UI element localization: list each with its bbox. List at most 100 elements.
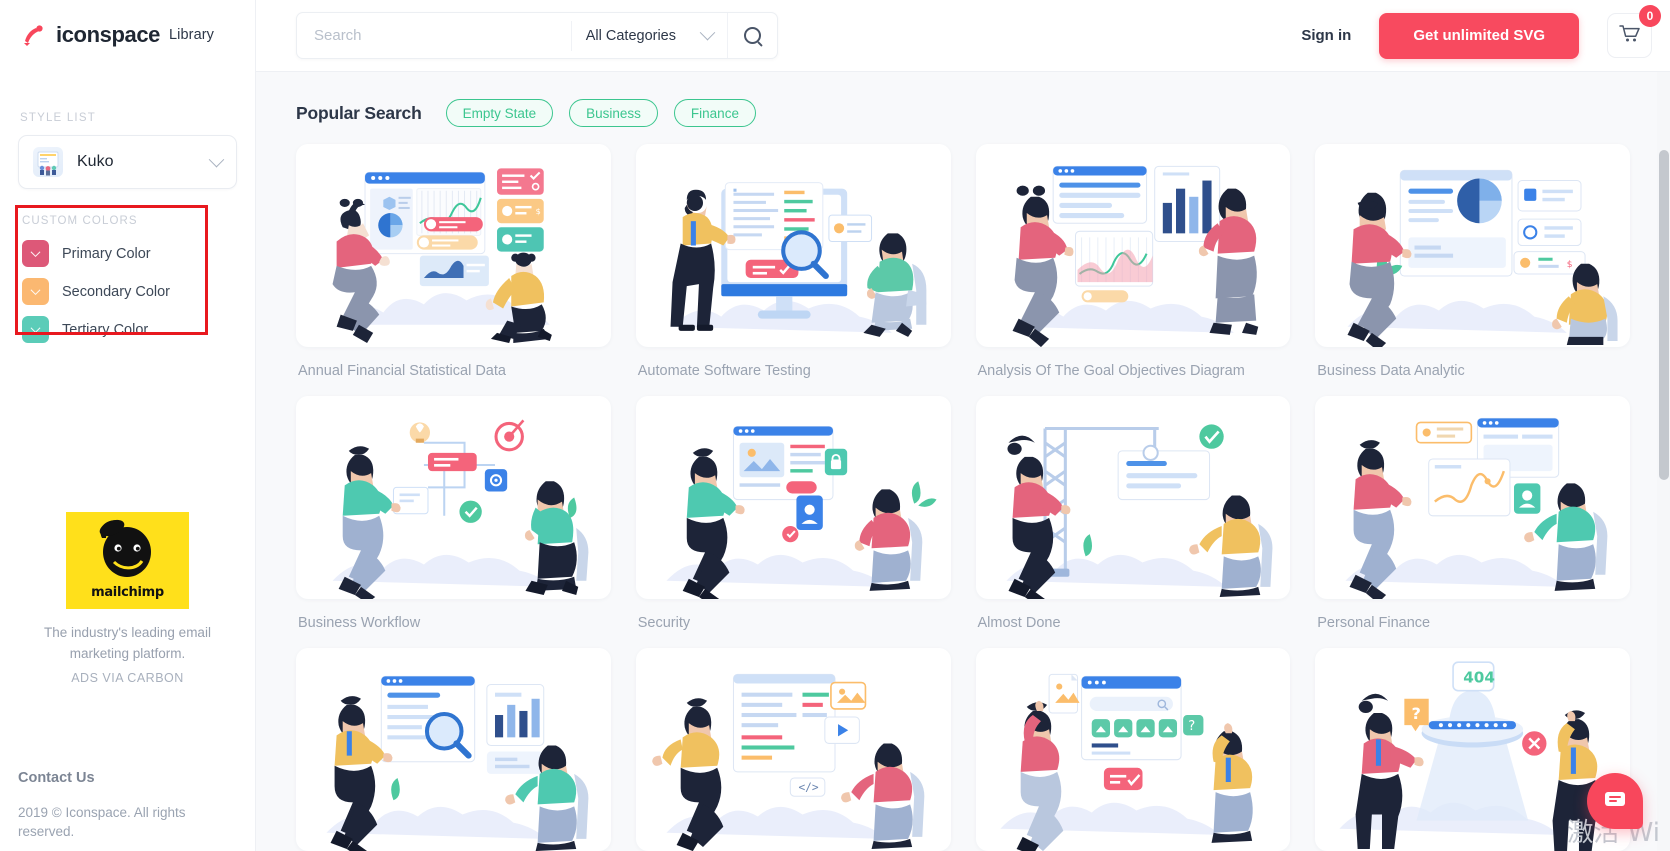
icon-card-title: Security <box>637 615 691 631</box>
chevron-down-icon <box>208 151 225 167</box>
chevron-down-icon <box>30 323 41 334</box>
svg-text:?: ? <box>1188 719 1195 734</box>
media-content-play-two-people-illustration: </> <box>651 673 925 851</box>
ad-attribution: ADS VIA CARBON <box>71 671 184 685</box>
secondary-color-label: Secondary Color <box>62 283 170 300</box>
popular-search-row: Popular Search Empty State Business Fina… <box>296 72 1630 144</box>
tag-business[interactable]: Business <box>569 99 658 127</box>
grid-cell: Security <box>635 396 951 648</box>
pie-chart-browser-two-people-illustration: $ <box>1347 169 1618 347</box>
custom-colors-section: CUSTOM COLORS Primary Color Secondary Co… <box>15 205 237 343</box>
grid-cell: $ <box>296 144 611 396</box>
grid-cell <box>296 648 611 851</box>
icon-card-security[interactable] <box>635 396 951 599</box>
style-selector[interactable]: Kuko <box>18 135 237 189</box>
icon-card-business-workflow[interactable] <box>296 396 611 599</box>
sign-in-link[interactable]: Sign in <box>1301 27 1351 44</box>
app-root: iconspace Library STYLE LIST Kuko CUSTOM… <box>0 0 1670 851</box>
desktop-monitor-magnifier-two-people-illustration <box>670 182 927 337</box>
brand-logo[interactable]: iconspace Library <box>18 0 237 48</box>
secondary-color-swatch[interactable] <box>22 278 49 305</box>
chevron-down-icon <box>30 247 41 258</box>
style-list-label: STYLE LIST <box>20 112 96 124</box>
tag-finance[interactable]: Finance <box>673 99 756 127</box>
search-analytics-two-people-illustration <box>326 675 589 851</box>
icon-card-title: Automate Software Testing <box>637 363 811 379</box>
icon-card-almost-done[interactable] <box>975 396 1291 599</box>
image-gallery-upload-two-people-illustration: ? <box>999 673 1253 851</box>
shopping-cart-icon <box>1619 24 1640 48</box>
grid-cell: </> <box>635 648 951 851</box>
grid-cell: ? <box>975 648 1291 851</box>
grid-cell: Personal Finance <box>1315 396 1630 648</box>
top-bar: All Categories Sign in Get unlimited SVG <box>256 0 1670 72</box>
contact-us-link[interactable]: Contact Us <box>18 770 95 786</box>
style-selected-label: Kuko <box>77 153 114 170</box>
chevron-down-icon <box>30 285 41 296</box>
color-row-tertiary[interactable]: Tertiary Color <box>18 316 237 343</box>
flowchart-bulb-target-two-people-illustration <box>332 419 589 599</box>
mailchimp-wordmark: mailchimp <box>91 585 164 600</box>
cart-count-badge: 0 <box>1639 5 1661 27</box>
icon-card-search-analytics[interactable] <box>296 648 611 851</box>
color-row-secondary[interactable]: Secondary Color <box>18 278 237 305</box>
icon-card-title: Annual Financial Statistical Data <box>298 363 506 379</box>
cart-wrapper: 0 <box>1607 5 1661 58</box>
grid-cell: Almost Done <box>975 396 1291 648</box>
sidebar: iconspace Library STYLE LIST Kuko CUSTOM… <box>0 0 256 851</box>
brand-name: iconspace <box>56 22 161 47</box>
chat-button[interactable] <box>1587 773 1643 829</box>
scrollbar-thumb[interactable] <box>1659 150 1669 480</box>
iconspace-logo-icon <box>21 22 47 48</box>
custom-colors-label: CUSTOM COLORS <box>22 215 138 227</box>
grid-cell: Automate Software Testing <box>635 144 951 396</box>
wallet-line-chart-two-people-illustration <box>1345 417 1608 599</box>
svg-text:</>: </> <box>798 781 818 794</box>
main-area: All Categories Sign in Get unlimited SVG <box>256 0 1670 851</box>
icon-card-image-gallery-upload[interactable]: ? <box>975 648 1291 851</box>
bar-chart-browser-two-people-illustration <box>1012 165 1258 347</box>
scrollbar-track[interactable] <box>1657 72 1670 851</box>
dashboard-charts-two-people-illustration: $ <box>332 168 552 343</box>
color-row-primary[interactable]: Primary Color <box>18 240 237 267</box>
search-icon <box>744 27 761 44</box>
tertiary-color-swatch[interactable] <box>22 316 49 343</box>
sidebar-advertisement[interactable]: mailchimp The industry's leading email m… <box>0 512 255 685</box>
popular-search-label: Popular Search <box>296 102 422 123</box>
icon-card-personal-finance[interactable] <box>1315 396 1630 599</box>
icon-card-goal-objectives-diagram[interactable] <box>975 144 1291 347</box>
icon-card-media-content[interactable]: </> <box>635 648 951 851</box>
top-bar-actions: Sign in Get unlimited SVG 0 <box>1301 5 1661 59</box>
style-thumbnail-icon <box>33 147 63 177</box>
primary-color-label: Primary Color <box>62 245 151 262</box>
svg-text:?: ? <box>1412 704 1421 723</box>
browser-lock-shield-two-people-illustration <box>666 425 937 599</box>
grid-cell: Business Workflow <box>296 396 611 648</box>
grid-cell: $ <box>1315 144 1630 396</box>
search-bar: All Categories <box>296 12 778 59</box>
svg-text:$: $ <box>536 206 541 216</box>
content-scroll-area: Popular Search Empty State Business Fina… <box>256 72 1670 851</box>
chat-bubble-icon <box>1603 787 1627 816</box>
crane-progress-check-two-people-illustration <box>1005 424 1272 599</box>
primary-color-swatch[interactable] <box>22 240 49 267</box>
ad-description: The industry's leading email marketing p… <box>44 625 211 661</box>
tertiary-color-label: Tertiary Color <box>62 321 149 338</box>
grid-cell: Analysis Of The Goal Objectives Diagram <box>975 144 1291 396</box>
brand-subtitle: Library <box>169 27 215 43</box>
mailchimp-logo-icon: mailchimp <box>66 512 189 609</box>
icon-grid: $ Annual Financial Statistical Data Auto… <box>296 144 1630 851</box>
chevron-down-icon <box>699 24 716 41</box>
search-submit-button[interactable] <box>727 13 777 58</box>
search-input[interactable] <box>297 27 571 44</box>
tag-empty-state[interactable]: Empty State <box>445 99 554 127</box>
icon-card-title: Almost Done <box>977 615 1061 631</box>
icon-card-business-data-analytic[interactable]: $ <box>1315 144 1630 347</box>
icon-card-annual-financial[interactable]: $ <box>296 144 611 347</box>
svg-text:$: $ <box>1567 260 1573 270</box>
icon-card-automate-software-testing[interactable] <box>635 144 951 347</box>
icon-card-title: Business Data Analytic <box>1317 363 1465 379</box>
svg-text:404: 404 <box>1463 669 1495 687</box>
get-unlimited-svg-button[interactable]: Get unlimited SVG <box>1379 12 1579 59</box>
category-select[interactable]: All Categories <box>570 20 727 51</box>
